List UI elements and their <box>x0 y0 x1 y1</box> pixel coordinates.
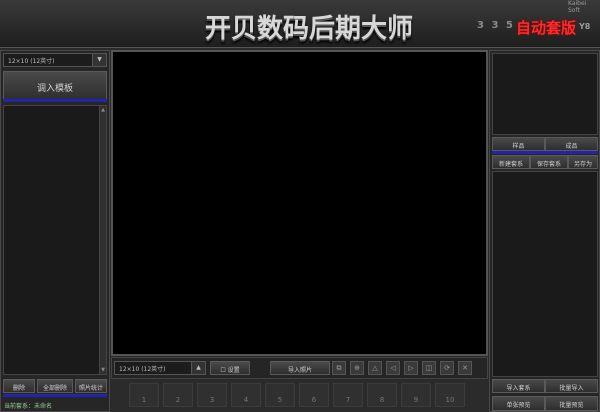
right-blue-strip <box>492 151 598 154</box>
thumb-slot[interactable]: 10 <box>435 383 465 407</box>
photo-stats-button[interactable]: 照片统计 <box>75 379 107 393</box>
settings-icon: ☐ <box>220 367 228 374</box>
tab-finished[interactable]: 成品 <box>545 137 598 151</box>
chevron-down-icon[interactable]: ▼ <box>92 54 106 66</box>
settings-label: 设置 <box>227 367 240 374</box>
new-set-button[interactable]: 新建套系 <box>492 155 530 169</box>
thumb-slot[interactable]: 8 <box>367 383 397 407</box>
brand-label: 自动套版 <box>516 19 577 37</box>
thumb-slot[interactable]: 2 <box>163 383 193 407</box>
tool-icon-2[interactable]: ⊕ <box>350 361 364 375</box>
top-mini-label: Kaibei Soft <box>568 0 587 14</box>
right-panel: 样品 成品 新建套系 保存套系 另存为 导入套系 批量导入 单张预览 批量预览 <box>489 50 600 412</box>
scroll-down-icon[interactable]: ▼ <box>100 367 106 373</box>
tool-icon-5[interactable]: ▷ <box>404 361 418 375</box>
thumb-slot[interactable]: 7 <box>333 383 363 407</box>
size-dropdown-value: 12×10 (12英寸) <box>8 58 55 65</box>
batch-preview-button[interactable]: 批量预览 <box>545 396 598 411</box>
tool-icon-1[interactable]: ⧉ <box>332 361 346 375</box>
delete-all-button[interactable]: 全部删除 <box>37 379 73 393</box>
size-dropdown[interactable]: 12×10 (12英寸) ▼ <box>3 53 107 67</box>
left-panel: 12×10 (12英寸) ▼ 调入模板 ▲ ▼ 删除 全部删除 照片统计 <box>0 50 110 412</box>
app-title: 开贝数码后期大师 <box>205 14 414 44</box>
save-as-button[interactable]: 另存为 <box>568 155 598 169</box>
thumb-slot[interactable]: 6 <box>299 383 329 407</box>
tool-icon-4[interactable]: ◁ <box>386 361 400 375</box>
save-set-button[interactable]: 保存套系 <box>530 155 568 169</box>
scroll-up-icon[interactable]: ▲ <box>100 107 106 113</box>
left-blue-strip <box>3 99 107 102</box>
batch-import-button[interactable]: 批量导入 <box>545 379 598 393</box>
import-photo-button[interactable]: 导入照片 <box>270 361 330 375</box>
bottom-size-value: 12×10 (12英寸) <box>119 366 166 373</box>
thumb-slot[interactable]: 9 <box>401 383 431 407</box>
chevron-up-icon[interactable]: ▲ <box>191 362 205 374</box>
set-list[interactable] <box>492 171 598 377</box>
load-template-button[interactable]: 调入模板 <box>3 71 107 101</box>
tab-sample[interactable]: 样品 <box>492 137 545 151</box>
single-preview-button[interactable]: 单张预览 <box>492 396 545 411</box>
bottom-toolbar: 12×10 (12英寸) ▲ ☐ 设置 导入照片 ⧉ ⊕ △ ◁ ▷ ◫ ⟳ ✕ <box>111 357 488 379</box>
settings-button[interactable]: ☐ 设置 <box>210 361 250 375</box>
thumb-slot[interactable]: 1 <box>129 383 159 407</box>
bottom-size-dropdown[interactable]: 12×10 (12英寸) ▲ <box>114 361 206 375</box>
thumbnail-strip: 1 2 3 4 5 6 7 8 9 10 <box>111 380 488 412</box>
preview-canvas[interactable] <box>111 50 488 356</box>
import-set-button[interactable]: 导入套系 <box>492 379 545 393</box>
brand-sub: Y8 <box>579 22 591 31</box>
header-numbers: 3 3 5 <box>477 20 515 31</box>
left-bottom-strip <box>3 394 107 397</box>
tool-icon-7[interactable]: ⟳ <box>440 361 454 375</box>
thumb-slot[interactable]: 4 <box>231 383 261 407</box>
right-preview-box <box>492 53 598 135</box>
app-header: Kaibei Soft 开贝数码后期大师 3 3 5 自动套版 Y8 <box>0 0 600 48</box>
status-label: 当前套系：未命名 <box>4 403 53 410</box>
thumb-slot[interactable]: 5 <box>265 383 295 407</box>
tool-icon-6[interactable]: ◫ <box>422 361 436 375</box>
tool-icon-8[interactable]: ✕ <box>458 361 472 375</box>
thumb-slot[interactable]: 3 <box>197 383 227 407</box>
tool-icon-3[interactable]: △ <box>368 361 382 375</box>
delete-button[interactable]: 删除 <box>3 379 35 393</box>
template-list[interactable]: ▲ ▼ <box>3 105 107 375</box>
template-list-scrollbar[interactable]: ▲ ▼ <box>99 106 106 374</box>
